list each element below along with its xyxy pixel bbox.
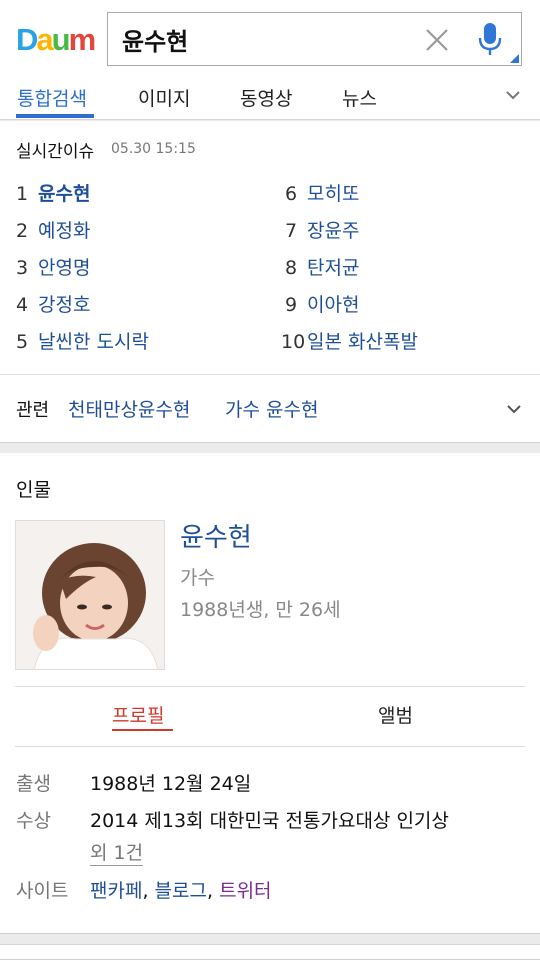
rank-number: 6	[285, 183, 298, 205]
person-photo[interactable]	[15, 520, 165, 670]
rank-link[interactable]: 강정호	[38, 294, 90, 316]
logo-letter: D	[16, 22, 38, 57]
corner-mark	[510, 54, 519, 63]
rank-link[interactable]: 이아현	[307, 294, 359, 316]
rank-link[interactable]: 예정화	[38, 220, 90, 242]
rank-link[interactable]: 모히또	[307, 183, 359, 205]
person-birth-summary: 1988년생, 만 26세	[180, 599, 341, 621]
rank-link[interactable]: 탄저균	[307, 257, 359, 279]
header: Daum 통합검색 이미지 동영상 뉴스	[0, 0, 540, 120]
related-link[interactable]: 가수 윤수현	[225, 395, 318, 422]
rank-link[interactable]: 장윤주	[307, 220, 359, 242]
trending-item[interactable]: 9 이아현	[285, 290, 359, 317]
tab-integrated[interactable]: 통합검색	[17, 84, 87, 111]
related-label: 관련	[16, 400, 50, 421]
trending-item[interactable]: 8 탄저균	[285, 253, 359, 280]
rank-link[interactable]: 윤수현	[38, 183, 90, 205]
mic-icon[interactable]	[476, 21, 504, 57]
trending-item[interactable]: 1 윤수현	[16, 179, 90, 206]
rank-number: 2	[16, 220, 29, 242]
tab-album[interactable]: 앨범	[378, 701, 413, 728]
chevron-down-icon[interactable]	[506, 403, 522, 415]
site-links: 팬카페, 블로그, 트위터	[90, 876, 272, 903]
twitter-link[interactable]: 트위터	[219, 880, 271, 902]
rank-link[interactable]: 안영명	[38, 257, 90, 279]
search-tabs: 통합검색 이미지 동영상 뉴스	[0, 80, 540, 120]
rank-number: 10	[281, 331, 306, 353]
trending-item[interactable]: 10일본 화산폭발	[281, 327, 418, 354]
site-separator: ,	[207, 880, 220, 902]
person-card: 인물 윤수현 가수 1988년생, 만 26세 프로필 앨범 출생 1988년 …	[0, 453, 540, 934]
tab-images[interactable]: 이미지	[138, 84, 190, 111]
chevron-down-icon[interactable]	[504, 88, 522, 102]
trending-item[interactable]: 2 예정화	[16, 216, 90, 243]
trending-time: 05.30 15:15	[111, 141, 196, 157]
related-link[interactable]: 천태만상윤수현	[68, 395, 190, 422]
fan-cafe-link[interactable]: 팬카페	[90, 880, 142, 902]
rank-number: 5	[16, 331, 29, 353]
trending-card: 실시간이슈 05.30 15:15 1 윤수현 2 예정화 3 안영명 4 강정호 5날…	[0, 121, 540, 443]
search-input[interactable]	[122, 21, 412, 57]
logo-letter: a	[36, 22, 53, 57]
blog-link[interactable]: 블로그	[155, 880, 207, 902]
trending-item[interactable]: 5 날씬한 도시락	[16, 327, 149, 354]
rank-number: 4	[16, 294, 29, 316]
close-icon[interactable]	[424, 27, 450, 53]
divider	[15, 746, 525, 747]
active-tab-indicator	[16, 114, 94, 118]
rank-number: 1	[16, 183, 29, 205]
site-separator: ,	[142, 880, 155, 902]
rank-link[interactable]: 일본 화산폭발	[307, 331, 418, 353]
rank-number: 3	[16, 257, 29, 279]
next-card	[0, 944, 540, 960]
divider	[0, 374, 540, 375]
rank-number: 9	[285, 294, 298, 316]
logo-letter: m	[68, 22, 97, 57]
person-name[interactable]: 윤수현	[180, 517, 252, 554]
logo-letter: u	[51, 22, 71, 57]
tab-videos[interactable]: 동영상	[240, 84, 292, 111]
search-box	[107, 12, 522, 66]
birth-label: 출생	[16, 773, 51, 795]
daum-logo[interactable]: Daum	[16, 22, 97, 58]
rank-number: 7	[285, 220, 298, 242]
site-label: 사이트	[16, 880, 69, 902]
divider	[15, 686, 525, 687]
trending-item[interactable]: 3 안영명	[16, 253, 90, 280]
person-job: 가수	[180, 567, 215, 589]
tab-news[interactable]: 뉴스	[342, 84, 377, 111]
trending-item[interactable]: 6 모히또	[285, 179, 359, 206]
trending-title: 실시간이슈	[16, 142, 95, 162]
award-label: 수상	[16, 810, 51, 832]
trending-item[interactable]: 7 장윤주	[285, 216, 359, 243]
birth-value: 1988년 12월 24일	[90, 773, 252, 795]
award-value: 2014 제13회 대한민국 전통가요대상 인기상	[90, 810, 449, 832]
active-subtab-indicator	[112, 729, 173, 731]
tab-profile[interactable]: 프로필	[112, 701, 164, 728]
award-more-link[interactable]: 외 1건	[90, 838, 144, 866]
rank-link[interactable]: 날씬한 도시락	[38, 331, 149, 353]
trending-item[interactable]: 4 강정호	[16, 290, 90, 317]
section-title: 인물	[16, 479, 51, 501]
person-portrait-image	[16, 521, 164, 669]
rank-number: 8	[285, 257, 298, 279]
